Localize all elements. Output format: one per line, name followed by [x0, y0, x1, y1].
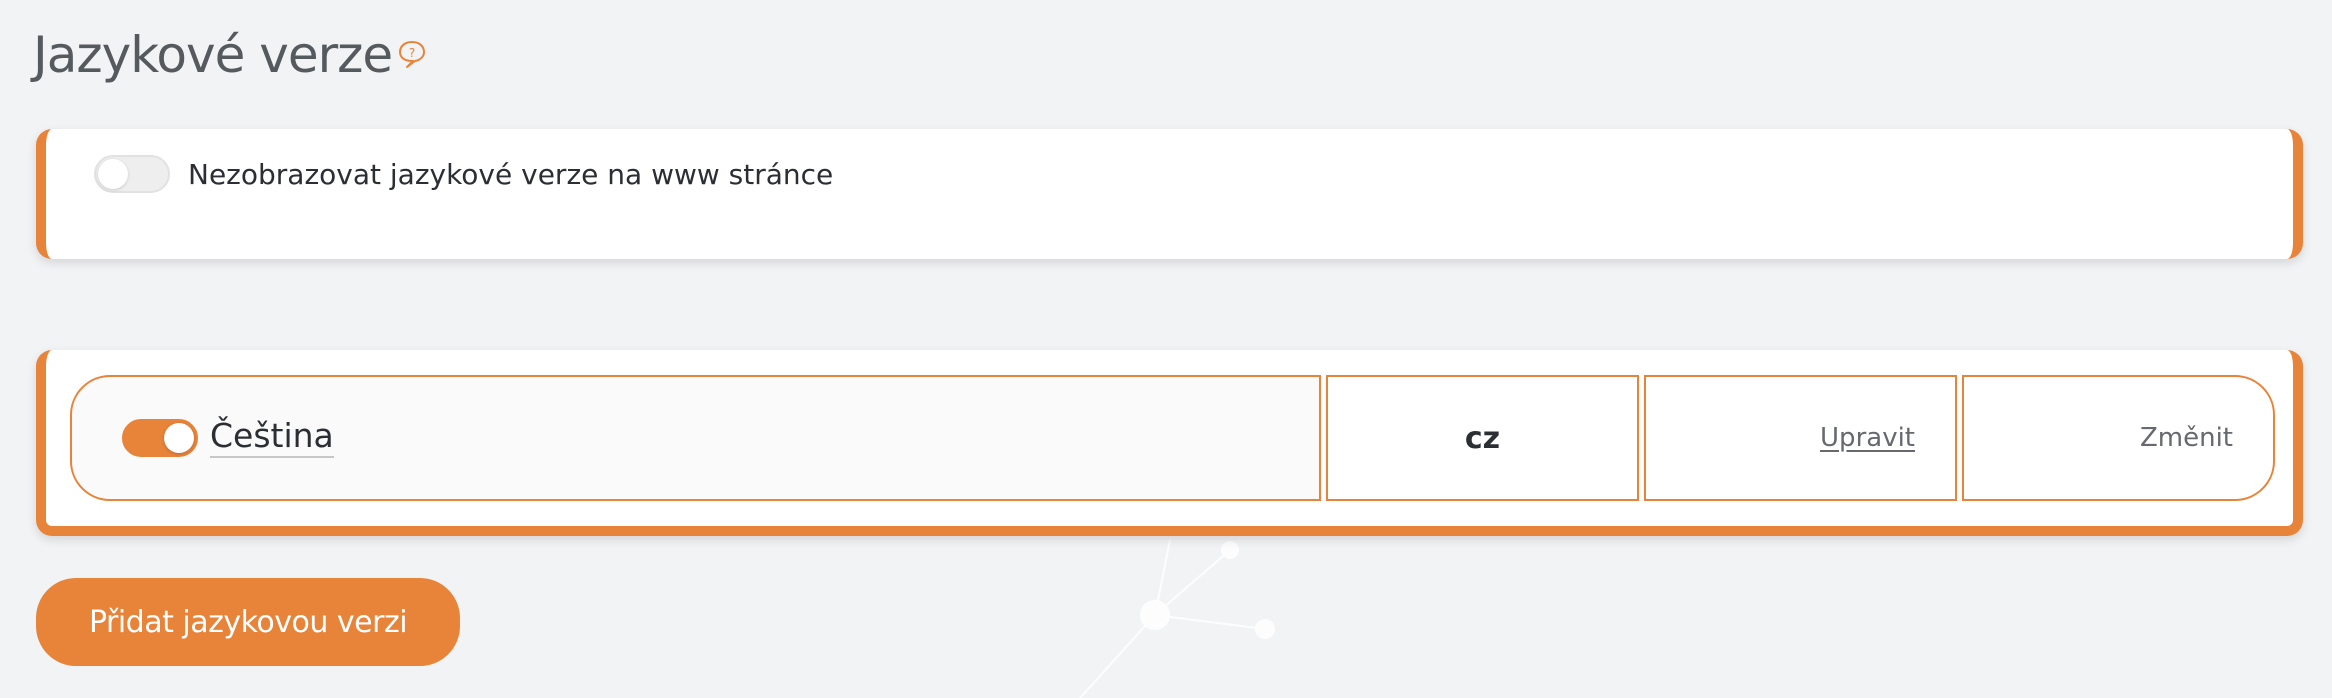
svg-text:?: ? [409, 46, 415, 60]
language-name[interactable]: Čeština [210, 417, 334, 459]
network-decoration [1079, 539, 1275, 698]
language-name-cell: Čeština [70, 375, 1321, 501]
language-row: Čeština cz Upravit Změnit [70, 375, 2320, 501]
toggle-knob [164, 423, 194, 453]
language-code: cz [1464, 420, 1501, 456]
page-header: Jazykové verze ? [33, 20, 428, 90]
languages-card: Čeština cz Upravit Změnit [36, 350, 2303, 536]
language-enabled-toggle[interactable] [122, 419, 198, 457]
change-language-button[interactable]: Změnit [2140, 423, 2233, 453]
display-setting-card: Nezobrazovat jazykové verze na www strán… [36, 129, 2303, 259]
hide-languages-label: Nezobrazovat jazykové verze na www strán… [188, 157, 834, 191]
help-icon[interactable]: ? [396, 38, 428, 70]
add-language-button[interactable]: Přidat jazykovou verzi [36, 578, 460, 666]
language-change-cell: Změnit [1962, 375, 2275, 501]
toggle-knob [98, 159, 128, 189]
hide-languages-toggle[interactable] [94, 155, 170, 193]
display-setting-row: Nezobrazovat jazykové verze na www strán… [94, 155, 833, 193]
edit-language-link[interactable]: Upravit [1820, 423, 1915, 453]
page-title: Jazykové verze [33, 26, 393, 84]
language-code-cell: cz [1326, 375, 1639, 501]
language-edit-cell: Upravit [1644, 375, 1957, 501]
